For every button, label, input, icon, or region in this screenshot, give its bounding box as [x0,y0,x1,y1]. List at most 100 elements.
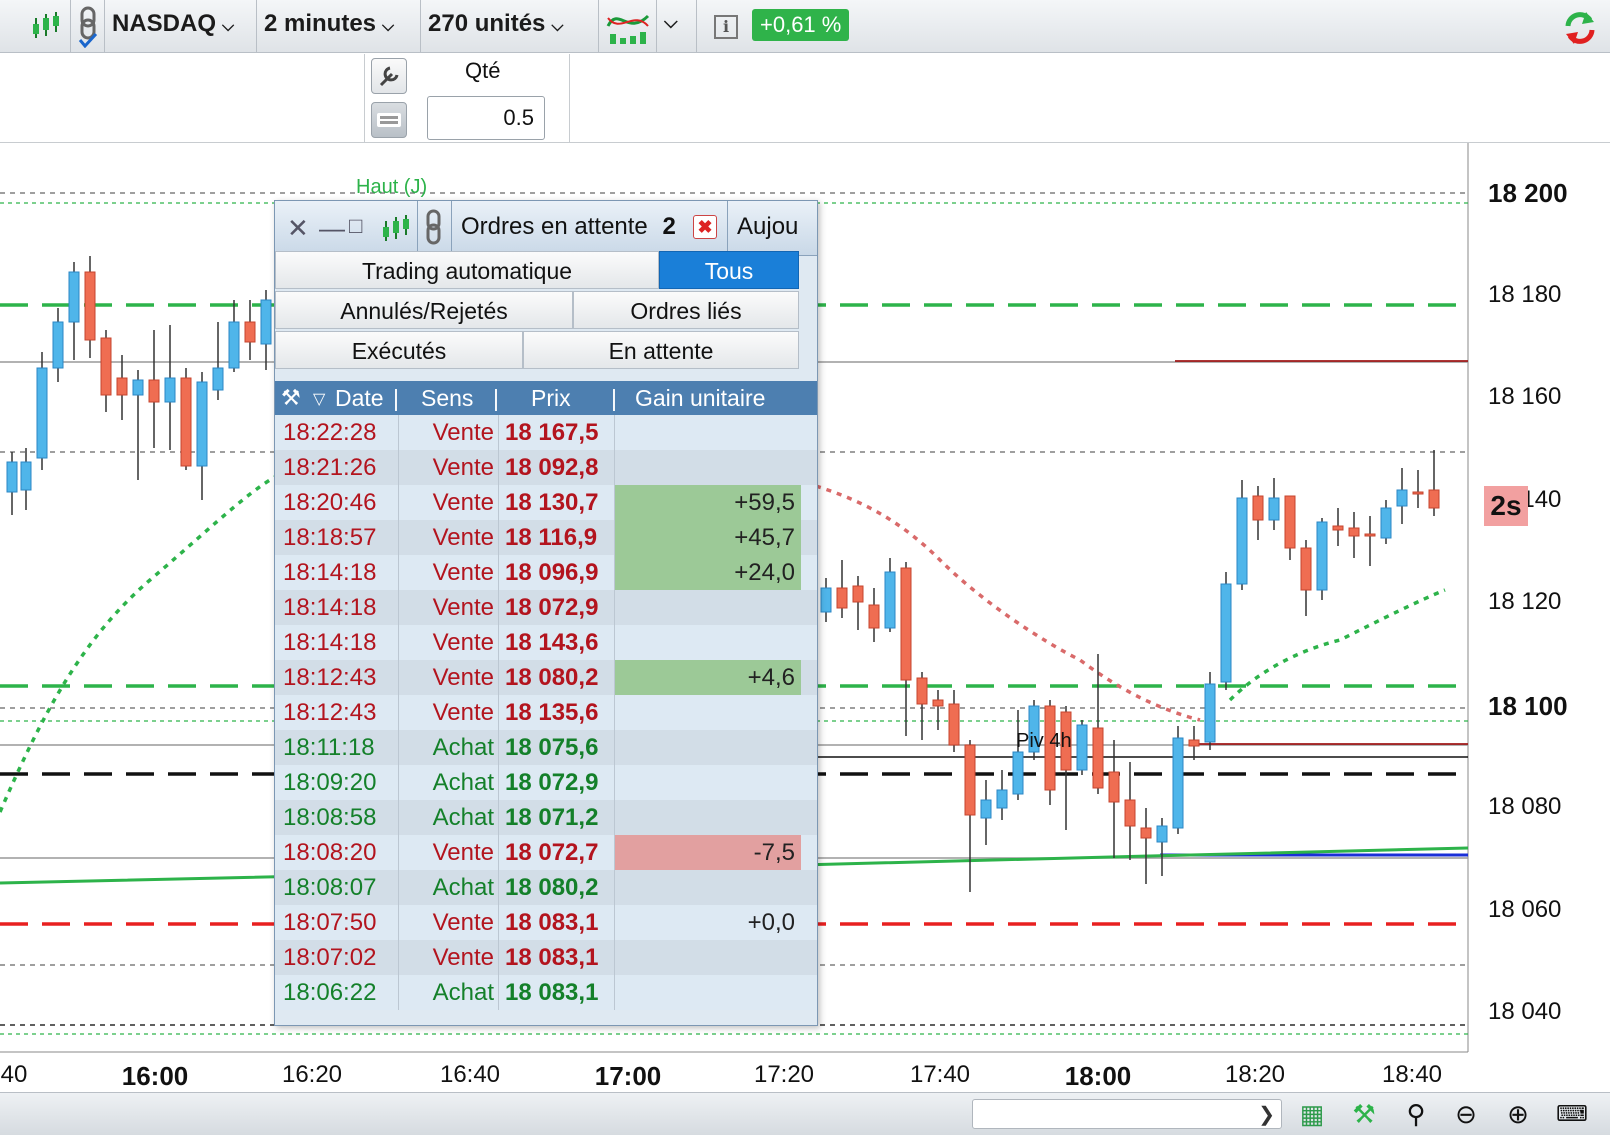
order-date: 18:20:46 [275,485,399,520]
tab-all[interactable]: Tous [659,251,799,289]
candle [244,300,256,360]
horizontal-scrollbar[interactable]: ❯ [972,1099,1282,1129]
order-row[interactable]: 18:14:18 Vente 18 096,9 +24,0 [275,555,817,590]
chevron-down-icon[interactable]: ⌵ [664,12,678,33]
candle [852,576,864,630]
candle [868,588,880,642]
order-price: 18 143,6 [499,625,615,660]
order-date: 18:08:07 [275,870,399,905]
order-ticket: Qté 0.5 [364,54,570,142]
candlestick-chart-icon[interactable] [30,10,62,42]
order-direction: Vente [399,555,499,590]
candle [1172,726,1184,834]
order-unit-gain [615,730,801,765]
sort-desc-icon[interactable]: ▽ [313,389,325,409]
units-selector[interactable]: 270 unités ⌵ [428,10,564,38]
close-icon[interactable]: ✕ [287,213,309,244]
order-row[interactable]: 18:22:28 Vente 18 167,5 [275,415,817,451]
window-titlebar[interactable]: ✕ — □ Ordres en attente 2 ✖ Aujou [275,201,817,256]
orders-grid-header: ⚒ ▽ Date | Sens | Prix | Gain unitaire [275,381,817,415]
tools-icon[interactable]: ⚒ [1346,1097,1382,1131]
keyboard-icon[interactable]: ⌨ [1554,1097,1590,1131]
candlestick-chart-icon[interactable] [381,213,411,243]
order-row[interactable]: 18:14:18 Vente 18 143,6 [275,625,817,660]
tab-linked-orders[interactable]: Ordres liés [573,291,799,329]
toolbar-separator [70,0,71,52]
order-row[interactable]: 18:08:20 Vente 18 072,7 -7,5 [275,835,817,870]
info-icon[interactable]: i [714,15,738,39]
quantity-input[interactable]: 0.5 [427,96,545,140]
order-row[interactable]: 18:12:43 Vente 18 135,6 [275,695,817,730]
toolbar-separator [420,0,421,52]
wrench-icon[interactable]: ⚒ [281,385,301,411]
order-price: 18 130,7 [499,485,615,520]
bottom-toolbar: ❯ ▦ ⚒ ⚲ ⊖ ⊕ ⌨ [0,1092,1610,1135]
column-gain[interactable]: Gain unitaire [635,385,765,412]
order-unit-gain [615,975,801,1010]
order-row[interactable]: 18:21:26 Vente 18 092,8 [275,450,817,485]
order-row[interactable]: 18:20:46 Vente 18 130,7 +59,5 [275,485,817,520]
instrument-selector[interactable]: NASDAQ ⌵ [112,10,234,38]
order-row[interactable]: 18:14:18 Vente 18 072,9 [275,590,817,625]
order-row[interactable]: 18:12:43 Vente 18 080,2 +4,6 [275,660,817,695]
candle [6,452,18,515]
order-direction: Vente [399,695,499,730]
order-price: 18 092,8 [499,450,615,485]
candle [1348,512,1360,558]
indicator-icon[interactable] [606,6,650,46]
tab-pending[interactable]: En attente [523,331,799,369]
minimize-icon[interactable]: — [319,213,345,244]
order-unit-gain: +45,7 [615,520,801,555]
candle [52,308,64,382]
zoom-fit-icon[interactable]: ⚲ [1398,1097,1434,1131]
candle [180,368,192,470]
order-direction: Vente [399,485,499,520]
maximize-icon[interactable]: □ [349,213,362,239]
order-row[interactable]: 18:08:07 Achat 18 080,2 [275,870,817,905]
time-axis-label: 18:40 [1381,1061,1443,1088]
order-price: 18 071,2 [499,800,615,835]
price-axis-label: 18 120 [1488,588,1562,615]
zoom-out-icon[interactable]: ⊖ [1448,1097,1484,1131]
order-row[interactable]: 18:07:50 Vente 18 083,1 +0,0 [275,905,817,940]
tab-pending-orders[interactable]: Ordres en attente 2 [461,213,676,241]
order-row[interactable]: 18:18:57 Vente 18 116,9 +45,7 [275,520,817,555]
tab-cancelled-rejected[interactable]: Annulés/Rejetés [275,291,573,329]
chevron-down-icon: ⌵ [382,18,395,35]
link-chain-icon[interactable] [423,209,445,249]
link-chain-icon[interactable] [76,6,100,48]
chevron-down-icon: ⌵ [222,18,235,35]
time-axis-label: 16:00 [121,1061,189,1091]
column-date[interactable]: Date [335,385,384,412]
column-prix[interactable]: Prix [531,385,571,412]
close-tab-icon[interactable]: ✖ [693,215,717,239]
candle [84,256,96,358]
refresh-icon[interactable] [1560,8,1600,46]
candle [1252,486,1264,540]
order-price: 18 096,9 [499,555,615,590]
wrench-icon[interactable] [371,58,407,94]
order-price: 18 072,9 [499,590,615,625]
chevron-right-icon[interactable]: ❯ [1258,1102,1275,1127]
zoom-in-icon[interactable]: ⊕ [1500,1097,1536,1131]
column-sens[interactable]: Sens [421,385,473,412]
order-unit-gain [615,590,801,625]
order-row[interactable]: 18:11:18 Achat 18 075,6 [275,730,817,765]
candle [1124,762,1136,860]
tab-today[interactable]: Aujou [737,213,798,241]
performance-badge: +0,61 % [752,9,850,41]
price-axis-label: 18 080 [1488,793,1562,820]
keyboard-icon[interactable] [371,102,407,138]
order-price: 18 072,9 [499,765,615,800]
candle [228,300,240,372]
order-unit-gain [615,800,801,835]
timeframe-selector[interactable]: 2 minutes ⌵ [264,10,394,38]
tab-auto-trading[interactable]: Trading automatique [275,251,659,289]
order-unit-gain [615,940,801,975]
tab-executed[interactable]: Exécutés [275,331,523,369]
order-row[interactable]: 18:08:58 Achat 18 071,2 [275,800,817,835]
order-row[interactable]: 18:07:02 Vente 18 083,1 [275,940,817,975]
order-row[interactable]: 18:09:20 Achat 18 072,9 [275,765,817,800]
calendar-icon[interactable]: ▦ [1294,1097,1330,1131]
order-row[interactable]: 18:06:22 Achat 18 083,1 [275,975,817,1010]
